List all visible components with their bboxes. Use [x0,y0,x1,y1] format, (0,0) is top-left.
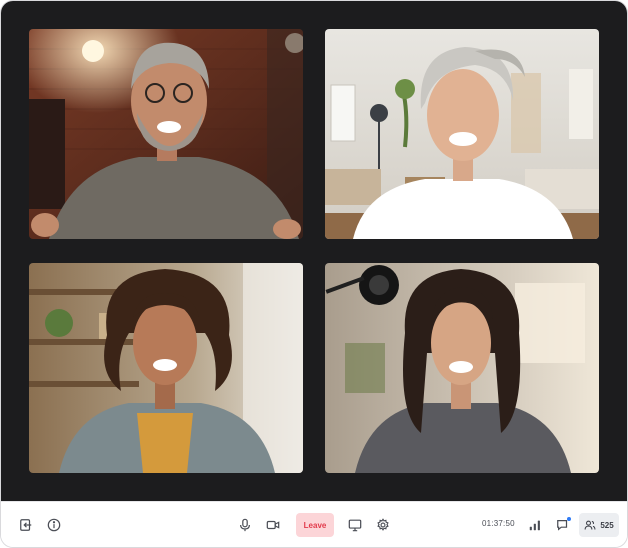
exit-button[interactable] [16,515,36,535]
video-grid [1,1,627,501]
exit-icon [20,519,32,531]
participants-button[interactable]: 525 [579,513,619,537]
participant-video-feed [325,263,599,473]
call-toolbar: Leave 01:37:50 525 [1,501,627,547]
participant-count: 525 [600,520,614,530]
participant-video-tile[interactable] [29,29,303,239]
participant-video-tile[interactable] [325,263,599,473]
screen-share-button[interactable] [345,515,365,535]
participant-video-feed [325,29,599,239]
participant-video-feed [29,29,303,239]
video-call-window: Leave 01:37:50 525 [1,1,627,547]
camera-button[interactable] [263,515,283,535]
gear-icon [377,518,389,531]
signal-icon [529,520,540,531]
connection-quality-button[interactable] [525,515,545,535]
microphone-icon [240,518,250,532]
call-timer: 01:37:50 [482,519,515,528]
chat-button[interactable] [553,515,573,535]
screen-share-icon [348,519,362,532]
participant-video-feed [29,263,303,473]
microphone-button[interactable] [235,515,255,535]
info-icon [47,518,61,532]
settings-button[interactable] [373,515,393,535]
participant-video-tile[interactable] [325,29,599,239]
camera-icon [266,520,280,530]
leave-button[interactable]: Leave [296,513,334,537]
unread-indicator [567,517,571,521]
participant-video-tile[interactable] [29,263,303,473]
people-icon [584,520,596,530]
info-button[interactable] [44,515,64,535]
